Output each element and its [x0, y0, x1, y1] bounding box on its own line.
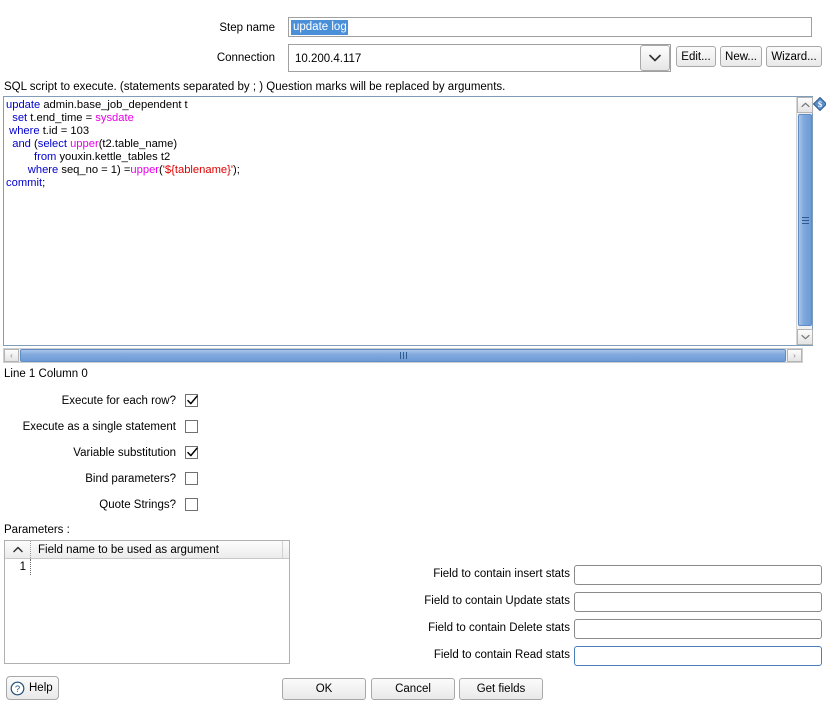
execute-for-each-row-checkbox[interactable] — [185, 394, 198, 407]
sql-script-editor[interactable]: update admin.base_job_dependent t set t.… — [3, 96, 813, 346]
question-mark-icon: ? — [10, 681, 25, 696]
variable-substitution-icon: $ — [812, 96, 826, 112]
parameters-section-label: Parameters : — [4, 524, 70, 536]
quote-strings-checkbox[interactable] — [185, 498, 198, 511]
scrollbar-grip-icon — [801, 215, 809, 226]
checkbox-label: Execute as a single statement — [22, 421, 176, 433]
step-name-label: Step name — [219, 22, 275, 34]
parameters-table[interactable]: Field name to be used as argument 1 — [4, 540, 290, 664]
checkbox-row-bind-parameters[interactable]: Bind parameters? — [0, 472, 198, 488]
checkbox-label: Bind parameters? — [85, 473, 176, 485]
step-name-input[interactable]: update log — [288, 17, 812, 37]
update-stats-input[interactable] — [574, 592, 822, 612]
delete-stats-input[interactable] — [574, 619, 822, 639]
checkbox-row-quote-strings[interactable]: Quote Strings? — [0, 498, 198, 514]
delete-stats-label: Field to contain Delete stats — [428, 622, 570, 634]
help-button[interactable]: ? Help — [6, 676, 59, 700]
step-name-value: update log — [291, 19, 348, 35]
checkbox-row-execute-as-single-statement[interactable]: Execute as a single statement — [0, 420, 198, 436]
variable-substitution-checkbox[interactable] — [185, 446, 198, 459]
column-header-field-name[interactable]: Field name to be used as argument — [32, 541, 283, 558]
update-stats-row: Field to contain Update stats — [424, 592, 822, 612]
execute-as-single-statement-checkbox[interactable] — [185, 420, 198, 433]
insert-stats-input[interactable] — [574, 565, 822, 585]
insert-stats-label: Field to contain insert stats — [433, 568, 570, 580]
new-connection-button[interactable]: New... — [720, 46, 762, 67]
checkbox-label: Quote Strings? — [99, 499, 176, 511]
bind-parameters-checkbox[interactable] — [185, 472, 198, 485]
table-row[interactable]: 1 — [5, 559, 289, 575]
ok-button[interactable]: OK — [282, 678, 366, 700]
cancel-button[interactable]: Cancel — [371, 678, 455, 700]
connection-label: Connection — [216, 52, 275, 64]
chevron-down-icon[interactable] — [640, 45, 670, 71]
help-button-label: Help — [29, 682, 53, 694]
read-stats-row: Field to contain Read stats — [430, 646, 822, 666]
sql-horizontal-scrollbar-thumb[interactable] — [20, 349, 786, 362]
row-field-name-cell[interactable] — [32, 559, 289, 575]
connection-wizard-button[interactable]: Wizard... — [766, 46, 822, 67]
parameters-table-header: Field name to be used as argument — [5, 541, 289, 559]
connection-combobox[interactable]: 10.200.4.117 — [288, 44, 671, 72]
read-stats-label: Field to contain Read stats — [433, 649, 570, 661]
scroll-left-icon[interactable]: ‹ — [4, 349, 19, 362]
scrollbar-grip-icon — [399, 352, 408, 359]
connection-value: 10.200.4.117 — [295, 53, 362, 65]
checkbox-row-execute-for-each-row[interactable]: Execute for each row? — [0, 394, 198, 410]
sql-script-hint: SQL script to execute. (statements separ… — [4, 81, 506, 93]
sql-script-code[interactable]: update admin.base_job_dependent t set t.… — [6, 99, 794, 343]
sql-horizontal-scrollbar[interactable]: ‹ › — [3, 348, 803, 363]
line-column-status: Line 1 Column 0 — [4, 368, 88, 380]
row-index: 1 — [5, 559, 31, 575]
insert-stats-row: Field to contain insert stats — [430, 565, 822, 585]
delete-stats-row: Field to contain Delete stats — [428, 619, 822, 639]
scroll-up-icon[interactable] — [797, 97, 813, 113]
edit-connection-button[interactable]: Edit... — [676, 46, 716, 67]
checkbox-label: Execute for each row? — [61, 395, 176, 407]
update-stats-label: Field to contain Update stats — [424, 595, 570, 607]
svg-text:?: ? — [15, 684, 20, 695]
sql-vertical-scrollbar[interactable] — [796, 97, 813, 345]
scroll-right-icon[interactable]: › — [787, 349, 802, 362]
checkbox-label: Variable substitution — [73, 447, 176, 459]
sql-vertical-scrollbar-thumb[interactable] — [798, 114, 812, 326]
scroll-down-icon[interactable] — [797, 329, 813, 345]
checkbox-row-variable-substitution[interactable]: Variable substitution — [0, 446, 198, 462]
get-fields-button[interactable]: Get fields — [459, 678, 543, 700]
read-stats-input[interactable] — [574, 646, 822, 666]
sort-ascending-icon[interactable] — [5, 541, 31, 558]
